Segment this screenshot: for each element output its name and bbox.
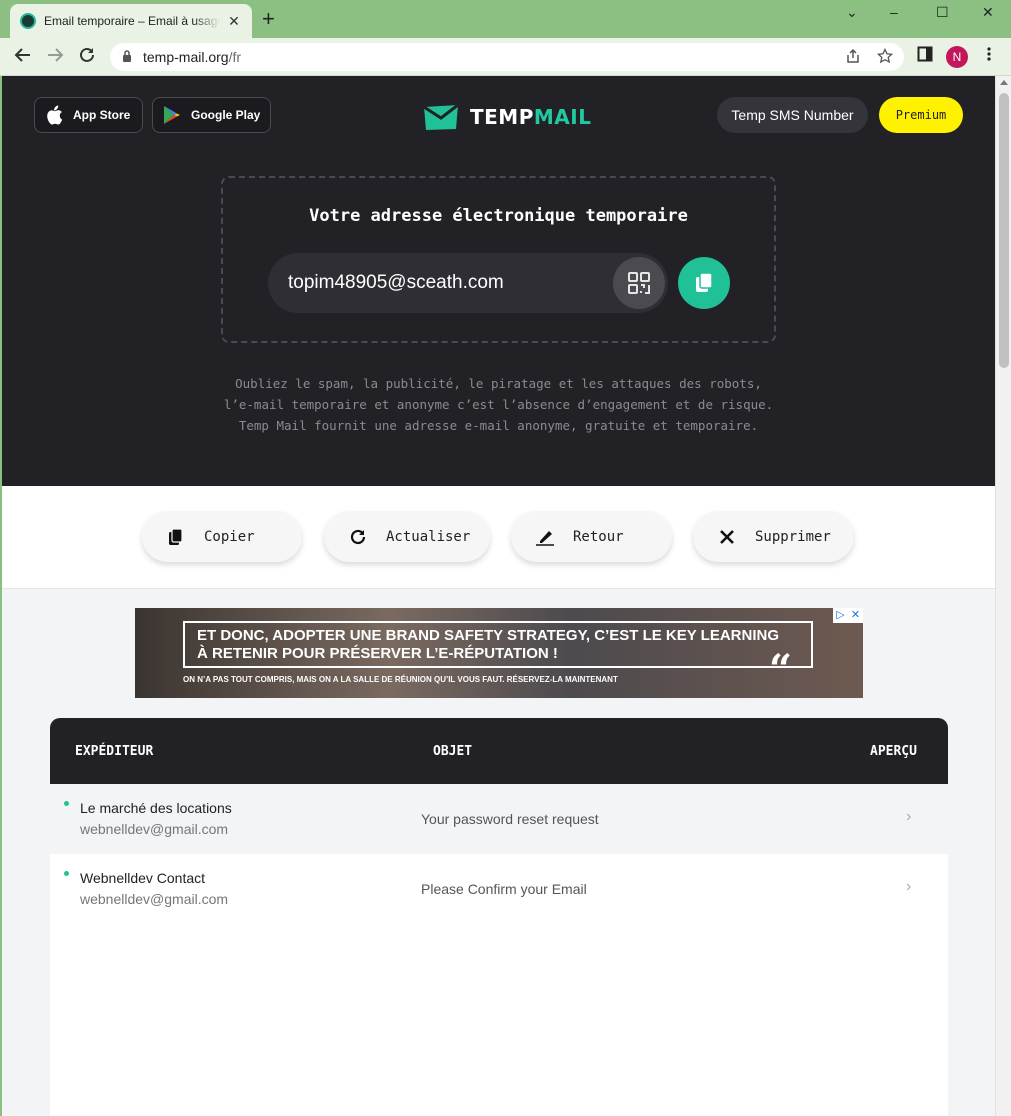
share-icon[interactable] <box>845 48 861 69</box>
chevron-right-icon[interactable]: › <box>906 808 911 826</box>
ad-subtext: ON N’A PAS TOUT COMPRIS, MAIS ON A LA SA… <box>183 675 618 684</box>
ad-close-icon[interactable]: ✕ <box>848 608 863 623</box>
maximize-button[interactable]: ☐ <box>936 4 949 20</box>
browser-toolbar: temp-mail.org/fr N <box>0 38 1011 76</box>
site-favicon-icon <box>20 13 36 29</box>
refresh-button[interactable]: Actualiser <box>324 511 490 562</box>
apple-icon <box>47 105 63 125</box>
temp-sms-button[interactable]: Temp SMS Number <box>717 97 868 133</box>
close-window-button[interactable]: ✕ <box>982 4 994 20</box>
google-play-label: Google Play <box>191 108 261 122</box>
page-scrollbar[interactable] <box>995 76 1011 1116</box>
google-play-icon <box>164 106 180 124</box>
copy-button[interactable]: Copier <box>142 511 302 562</box>
scroll-up-icon[interactable] <box>1000 80 1008 85</box>
tempmail-logo[interactable]: TEMPMAIL <box>422 102 591 132</box>
tab-close-icon[interactable]: ✕ <box>226 13 242 30</box>
browser-titlebar: Email temporaire – Email à usage unique … <box>0 0 1011 38</box>
message-sender: Le marché des locations <box>80 800 232 816</box>
edit-pen-icon <box>535 527 555 547</box>
refresh-label: Actualiser <box>386 528 471 545</box>
ad-choices-icon[interactable]: ▷ <box>833 608 848 623</box>
hero-description: Oubliez le spam, la publicité, le pirata… <box>223 376 774 433</box>
close-x-icon <box>717 527 737 547</box>
back-button[interactable] <box>14 46 32 68</box>
qr-code-button[interactable] <box>613 257 665 309</box>
address-title: Votre adresse électronique temporaire <box>309 206 688 226</box>
delete-button[interactable]: Supprimer <box>693 511 854 562</box>
reload-button[interactable] <box>78 46 96 68</box>
page-viewport: App Store Google Play TEMPMAIL Temp SMS … <box>2 76 995 1116</box>
copy-icon <box>166 527 186 547</box>
url-text: temp-mail.org/fr <box>143 49 242 65</box>
message-subject: Please Confirm your Email <box>421 881 587 897</box>
inbox-header: EXPÉDITEUR OBJET APERÇU <box>50 718 948 784</box>
message-from: webnelldev@gmail.com <box>80 891 229 907</box>
ad-headline: ET DONC, ADOPTER UNE BRAND SAFETY STRATE… <box>197 627 779 662</box>
forward-button[interactable] <box>46 46 64 68</box>
copy-icon <box>696 272 713 292</box>
refresh-icon <box>348 527 368 547</box>
browser-tab[interactable]: Email temporaire – Email à usage unique … <box>10 4 252 38</box>
side-panel-icon[interactable] <box>917 46 933 67</box>
advertisement-banner[interactable]: ET DONC, ADOPTER UNE BRAND SAFETY STRATE… <box>135 608 863 698</box>
message-sender: Webnelldev Contact <box>80 870 206 886</box>
unread-dot-icon <box>64 801 69 806</box>
message-row[interactable]: Le marché des locations webnelldev@gmail… <box>50 784 948 854</box>
message-row[interactable]: Webnelldev Contact webnelldev@gmail.com … <box>50 854 948 924</box>
email-address-field[interactable]: topim48905@sceath.com <box>268 253 668 313</box>
change-button[interactable]: Retour <box>511 511 672 562</box>
column-sender: EXPÉDITEUR <box>75 744 154 759</box>
copy-address-button[interactable] <box>678 257 730 309</box>
email-address-text: topim48905@sceath.com <box>288 272 504 293</box>
logo-text-temp: TEMP <box>470 105 534 129</box>
hero-section: App Store Google Play TEMPMAIL Temp SMS … <box>2 76 995 486</box>
minimize-button[interactable]: ‒ <box>890 4 898 20</box>
app-store-button[interactable]: App Store <box>34 97 143 133</box>
app-store-label: App Store <box>73 108 131 122</box>
envelope-logo-icon <box>423 103 459 130</box>
copy-label: Copier <box>204 528 255 545</box>
message-from: webnelldev@gmail.com <box>80 821 229 837</box>
change-label: Retour <box>573 528 624 545</box>
bookmark-star-icon[interactable] <box>876 47 894 69</box>
column-subject: OBJET <box>433 744 473 759</box>
browser-menu-icon[interactable] <box>986 46 992 67</box>
qr-code-icon <box>628 272 650 294</box>
message-subject: Your password reset request <box>421 811 599 827</box>
inbox-panel: EXPÉDITEUR OBJET APERÇU Le marché des lo… <box>50 718 948 1116</box>
profile-avatar[interactable]: N <box>946 46 968 68</box>
delete-label: Supprimer <box>755 528 831 545</box>
address-bar[interactable]: temp-mail.org/fr <box>110 43 904 71</box>
premium-button[interactable]: Premium <box>879 97 963 133</box>
chevron-right-icon[interactable]: › <box>906 878 911 896</box>
action-bar: Copier Actualiser Retour Supprimer <box>2 486 995 589</box>
unread-dot-icon <box>64 871 69 876</box>
ad-choices-controls: ▷ ✕ <box>833 608 863 623</box>
email-address-box: Votre adresse électronique temporaire to… <box>221 176 776 343</box>
lock-icon <box>123 50 131 62</box>
new-tab-button[interactable]: + <box>262 8 275 30</box>
tab-search-dropdown-icon[interactable]: ⌄ <box>846 4 858 20</box>
logo-text-mail: MAIL <box>533 105 592 129</box>
tab-title: Email temporaire – Email à usage unique <box>44 14 220 28</box>
column-preview: APERÇU <box>870 744 917 759</box>
scrollbar-thumb[interactable] <box>999 93 1009 368</box>
google-play-button[interactable]: Google Play <box>152 97 271 133</box>
ad-quote-icon: “ <box>769 646 793 693</box>
